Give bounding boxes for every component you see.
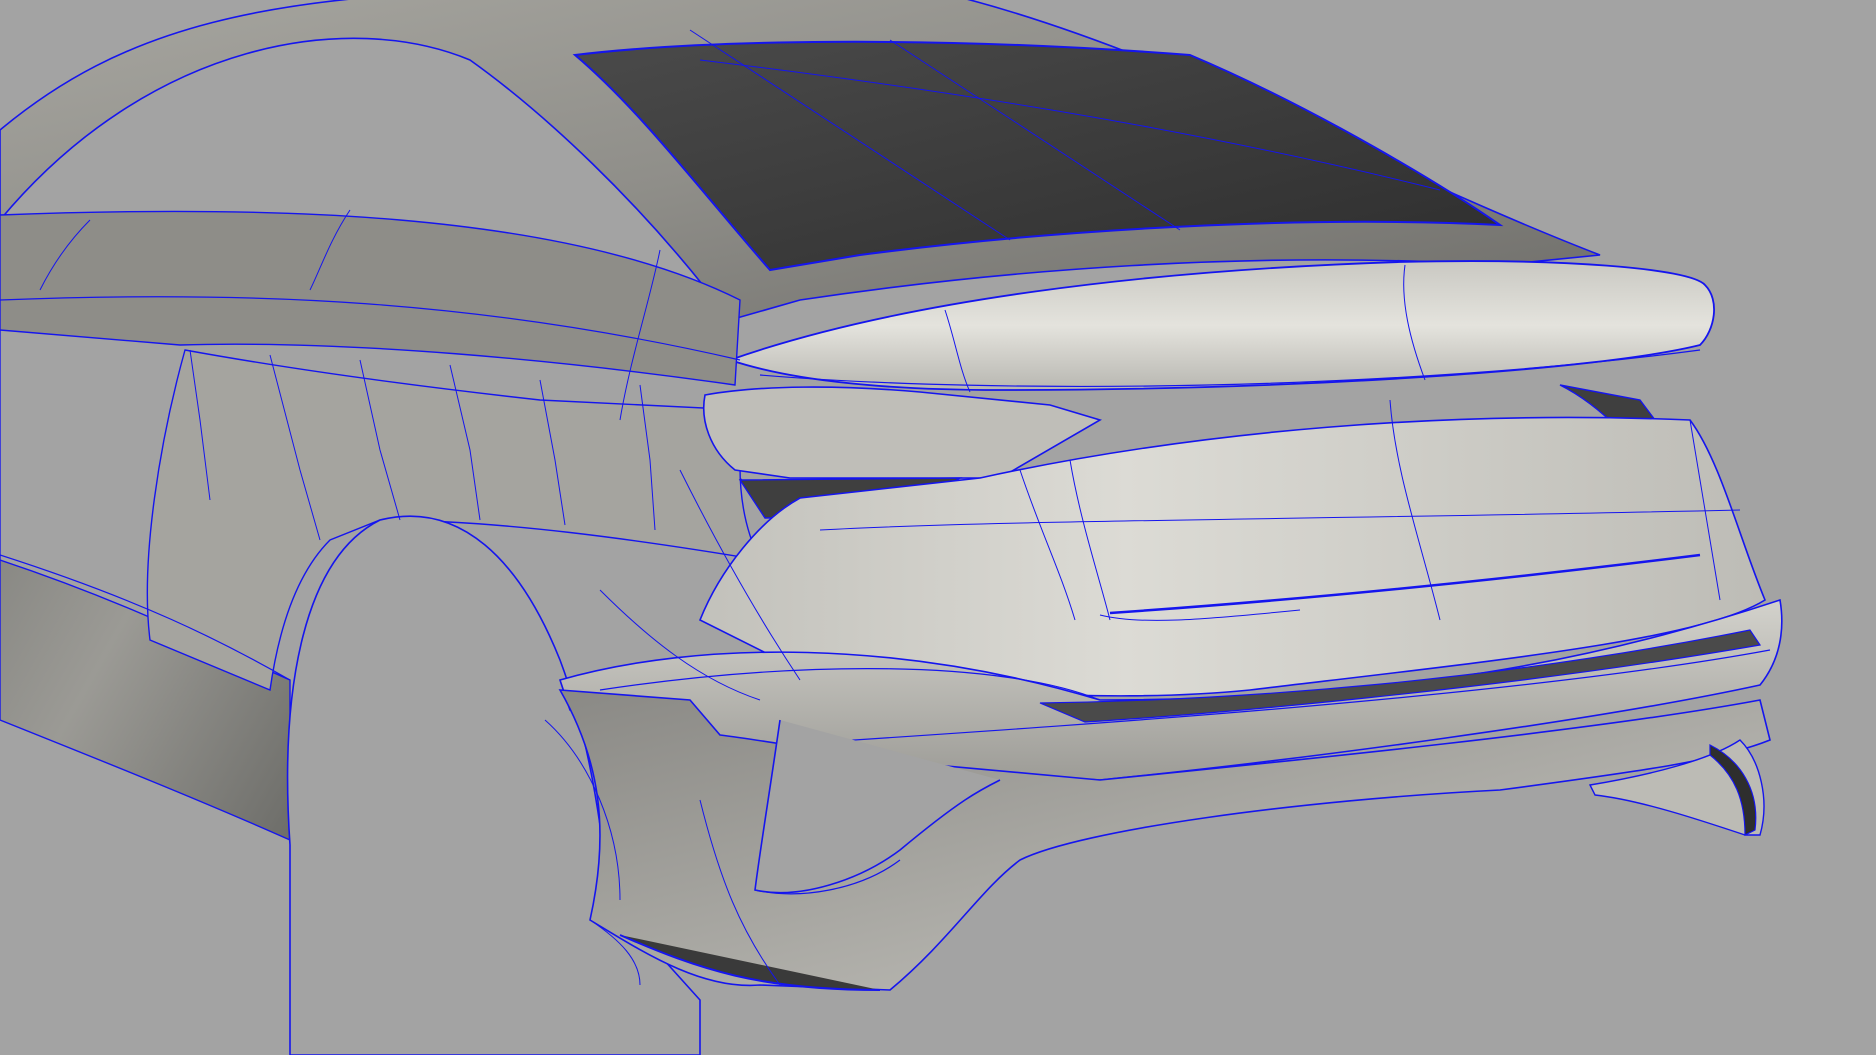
3d-modeling-viewport[interactable] — [0, 0, 1876, 1055]
car-surface-model[interactable] — [0, 0, 1876, 1055]
